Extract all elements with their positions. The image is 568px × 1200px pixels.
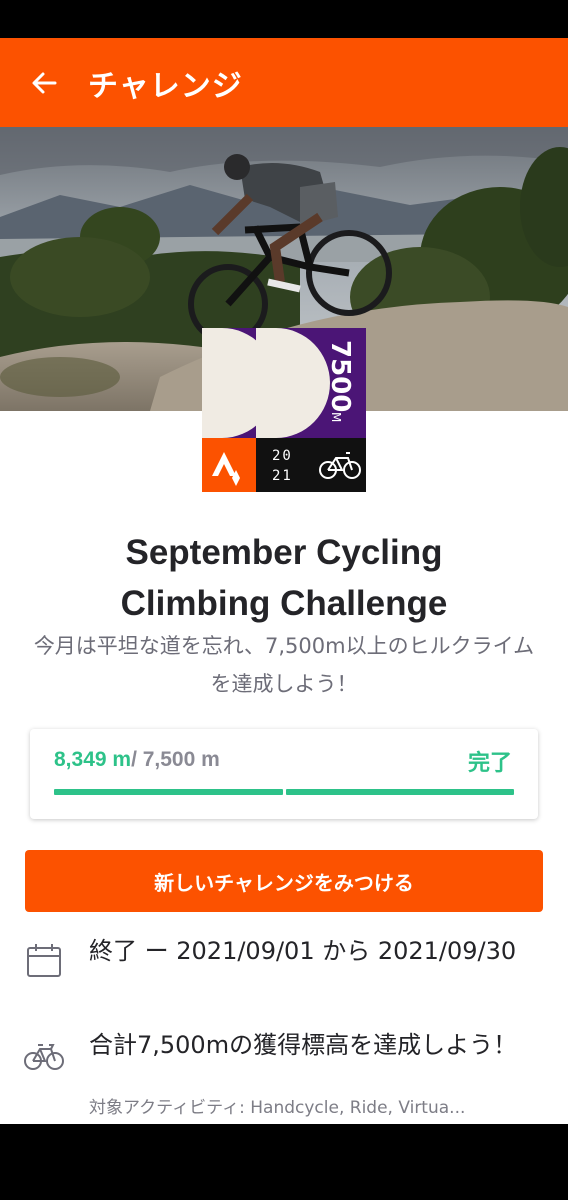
calendar-icon xyxy=(27,944,61,977)
date-range-text: 終了 ー 2021/09/01 から 2021/09/30 xyxy=(89,937,517,965)
progress-value: 8,349 m/ 7,500 m xyxy=(54,748,220,772)
challenge-content: 7500 M 20 21 September Cycling Climbing … xyxy=(0,127,568,1124)
goal-text: 合計7,500mの獲得標高を達成しよう！ xyxy=(89,1031,518,1059)
find-new-challenge-button[interactable]: 新しいチャレンジをみつける xyxy=(25,850,543,912)
badge-unit-text: M xyxy=(329,412,343,422)
info-row-dates: 終了 ー 2021/09/01 から 2021/09/30 xyxy=(24,937,544,997)
arrow-left-icon xyxy=(32,72,57,93)
progress-bar xyxy=(54,789,514,795)
progress-status: 完了 xyxy=(467,751,512,776)
badge-year-top: 20 xyxy=(272,448,293,464)
progress-segment xyxy=(285,789,514,795)
challenge-title-line2: Climbing Challenge xyxy=(120,584,448,623)
challenge-description: 今月は平坦な道を忘れ、7,500m以上のヒルクライムを達成しよう！ xyxy=(33,634,535,696)
activity-types-text: 対象アクティビティ: Handcycle, Ride, Virtua... xyxy=(89,1098,466,1118)
challenge-badge: 7500 M 20 21 xyxy=(202,328,366,492)
progress-card: 8,349 m/ 7,500 m 完了 xyxy=(30,729,538,819)
challenge-title-line1: September Cycling xyxy=(125,533,443,572)
badge-year-bottom: 21 xyxy=(272,468,293,484)
progress-current: 8,349 m xyxy=(54,748,132,771)
back-button[interactable] xyxy=(0,38,88,127)
bicycle-icon xyxy=(24,1044,64,1070)
progress-segment xyxy=(54,789,283,795)
system-nav-bar xyxy=(0,1124,568,1200)
challenge-title: September Cycling Climbing Challenge xyxy=(20,527,548,629)
progress-goal: / 7,500 m xyxy=(131,748,220,771)
status-bar xyxy=(0,0,568,38)
info-row-goal: 合計7,500mの獲得標高を達成しよう！ 対象アクティビティ: Handcycl… xyxy=(24,1031,544,1124)
badge-elevation-text: 7500 xyxy=(325,340,355,412)
app-bar: チャレンジ xyxy=(0,38,568,127)
page-title: チャレンジ xyxy=(88,68,243,104)
